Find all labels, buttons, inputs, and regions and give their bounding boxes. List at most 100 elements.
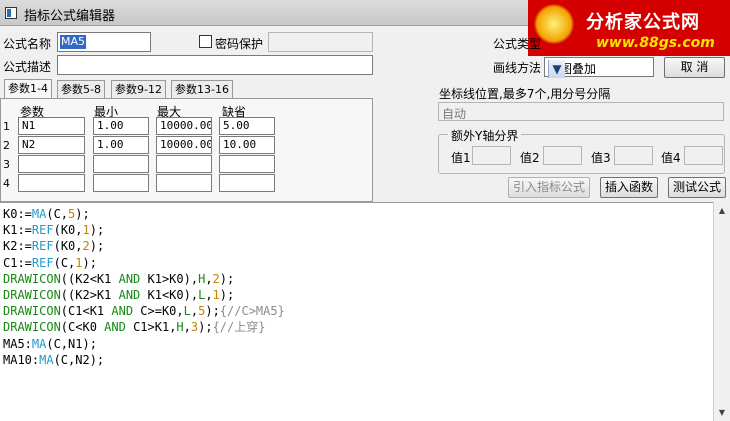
yaxis-value-3-label: 值3 bbox=[591, 151, 611, 165]
yaxis-value-4-input[interactable] bbox=[684, 146, 723, 165]
code-token: REF bbox=[31, 255, 54, 270]
code-token: C1>K1, bbox=[125, 320, 177, 335]
yaxis-value-2-label: 值2 bbox=[520, 151, 540, 165]
code-token: DRAWICON bbox=[3, 287, 61, 302]
param-2-max-input[interactable]: 10000.00 bbox=[156, 136, 212, 154]
row-number: 4 bbox=[3, 177, 10, 190]
formula-name-input[interactable]: MA5 bbox=[57, 32, 151, 52]
tab-params-13-16[interactable]: 参数13-16 bbox=[171, 80, 233, 99]
yaxis-value-3-input[interactable] bbox=[614, 146, 653, 165]
code-token: C>=K0, bbox=[133, 304, 184, 319]
code-token: (C,N1); bbox=[46, 336, 97, 351]
code-token: ); bbox=[89, 239, 105, 254]
code-token: DRAWICON bbox=[3, 320, 61, 335]
coord-lines-input[interactable]: 自动 bbox=[438, 102, 724, 121]
code-token: 1 bbox=[75, 255, 83, 270]
code-token: AND bbox=[118, 271, 141, 286]
code-token: K1<K0), bbox=[140, 287, 199, 302]
param-3-max-input[interactable] bbox=[156, 155, 212, 173]
param-3-default-input[interactable] bbox=[219, 155, 275, 173]
code-token: K0:= bbox=[3, 207, 32, 221]
scroll-up-icon[interactable]: ▲ bbox=[714, 202, 730, 219]
logo-title: 分析家公式网 bbox=[586, 12, 700, 33]
yaxis-value-1-label: 值1 bbox=[451, 151, 471, 165]
code-token: 2 bbox=[212, 271, 220, 286]
code-token: MA10: bbox=[3, 352, 40, 367]
password-checkbox[interactable] bbox=[199, 35, 212, 48]
test-formula-button[interactable]: 测试公式 bbox=[668, 177, 726, 198]
editor-scrollbar[interactable]: ▲ ▼ bbox=[713, 202, 730, 421]
code-token: ); bbox=[198, 320, 213, 335]
draw-method-select[interactable]: 主图叠加 ▼ bbox=[544, 57, 654, 78]
row-number: 2 bbox=[3, 139, 10, 152]
code-token: 2 bbox=[82, 239, 90, 254]
param-1-min-input[interactable]: 1.00 bbox=[93, 117, 149, 135]
code-token: , bbox=[205, 271, 213, 286]
code-line: K0:=MA(C,5); bbox=[3, 206, 713, 222]
param-2-name-input[interactable]: N2 bbox=[18, 136, 85, 154]
param-1-name-input[interactable]: N1 bbox=[18, 117, 85, 135]
code-line: MA5:MA(C,N1); bbox=[3, 336, 713, 352]
param-3-min-input[interactable] bbox=[93, 155, 149, 173]
code-line: K2:=REF(K0,2); bbox=[3, 238, 713, 254]
param-2-default-input[interactable]: 10.00 bbox=[219, 136, 275, 154]
scroll-down-icon[interactable]: ▼ bbox=[714, 404, 730, 421]
site-logo: 分析家公式网 www.88gs.com bbox=[528, 0, 730, 56]
code-token: (C<K0 bbox=[60, 320, 105, 335]
chevron-down-icon[interactable]: ▼ bbox=[548, 60, 565, 78]
code-token: ((K2<K1 bbox=[60, 271, 119, 286]
param-3-name-input[interactable] bbox=[18, 155, 85, 173]
formula-type-label: 公式类型 bbox=[493, 37, 542, 51]
tab-params-9-12[interactable]: 参数9-12 bbox=[111, 80, 166, 99]
param-4-min-input[interactable] bbox=[93, 174, 149, 192]
password-label: 密码保护 bbox=[215, 37, 264, 51]
code-token: ); bbox=[89, 223, 105, 238]
cancel-button[interactable]: 取 消 bbox=[664, 57, 725, 78]
formula-desc-input[interactable] bbox=[57, 55, 373, 75]
code-token: AND bbox=[111, 304, 134, 319]
code-token: DRAWICON bbox=[3, 304, 61, 319]
code-token: MA bbox=[31, 336, 47, 351]
import-formula-button[interactable]: 引入指标公式 bbox=[508, 177, 590, 198]
code-token: ); bbox=[205, 304, 220, 319]
code-token: (C, bbox=[53, 255, 76, 270]
param-1-max-input[interactable]: 10000.00 bbox=[156, 117, 212, 135]
app-icon bbox=[5, 7, 17, 19]
code-token: , bbox=[183, 320, 191, 335]
code-token: L bbox=[183, 304, 191, 319]
param-4-max-input[interactable] bbox=[156, 174, 212, 192]
code-token: ((K2>K1 bbox=[60, 287, 119, 302]
formula-name-label: 公式名称 bbox=[3, 37, 52, 51]
yaxis-value-2-input[interactable] bbox=[543, 146, 582, 165]
code-token: AND bbox=[104, 320, 126, 335]
yaxis-value-1-input[interactable] bbox=[472, 146, 511, 165]
formula-name-value: MA5 bbox=[60, 35, 87, 49]
code-token: {//C>MA5} bbox=[219, 304, 285, 319]
code-token: ); bbox=[219, 287, 235, 302]
formula-code-editor[interactable]: K0:=MA(C,5); K1:=REF(K0,1); K2:=REF(K0,2);… bbox=[0, 202, 713, 421]
code-token: {//上穿} bbox=[212, 320, 266, 335]
logo-url: www.88gs.com bbox=[596, 35, 715, 51]
code-token: (C,N2); bbox=[53, 352, 105, 367]
code-line: DRAWICON(C1<K1 AND C>=K0,L,5);{//C>MA5} bbox=[3, 303, 713, 319]
coord-lines-value: 自动 bbox=[442, 107, 467, 121]
row-number: 3 bbox=[3, 158, 10, 171]
param-1-default-input[interactable]: 5.00 bbox=[219, 117, 275, 135]
code-line: DRAWICON(C<K0 AND C1>K1,H,3);{//上穿} bbox=[3, 319, 713, 335]
insert-function-button[interactable]: 插入函数 bbox=[600, 177, 658, 198]
tab-params-1-4[interactable]: 参数1-4 bbox=[4, 79, 52, 99]
window-title: 指标公式编辑器 bbox=[24, 9, 116, 24]
param-4-default-input[interactable] bbox=[219, 174, 275, 192]
code-token: K1>K0), bbox=[140, 271, 199, 286]
code-line: DRAWICON((K2>K1 AND K1<K0),L,1); bbox=[3, 287, 713, 303]
code-token: 1 bbox=[212, 287, 220, 302]
param-4-name-input[interactable] bbox=[18, 174, 85, 192]
tab-params-5-8[interactable]: 参数5-8 bbox=[57, 80, 105, 99]
param-2-min-input[interactable]: 1.00 bbox=[93, 136, 149, 154]
code-token: K1:= bbox=[3, 223, 32, 238]
row-number: 1 bbox=[3, 120, 10, 133]
code-token: ); bbox=[219, 271, 235, 286]
code-token: REF bbox=[31, 239, 54, 254]
password-input[interactable] bbox=[268, 32, 373, 52]
code-line: C1:=REF(C,1); bbox=[3, 255, 713, 271]
